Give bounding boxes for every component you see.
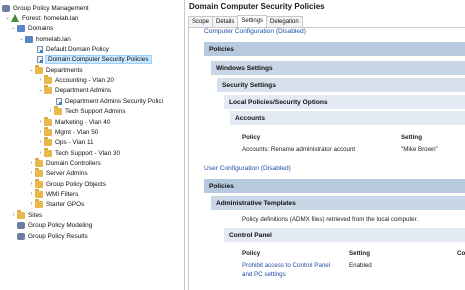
tree-node-ops[interactable]: › Ops - Vlan 11 [37,137,94,147]
chevron-down-icon[interactable]: ⌄ [18,36,25,42]
tree-node-selected-policy[interactable]: Domain Computer Security Policies [37,54,152,64]
chevron-right-icon[interactable]: › [37,129,44,135]
tree-node-tech-support[interactable]: › Tech Support - Vlan 30 [37,148,120,158]
cp-policy-setting: Enabled [349,262,372,269]
gpo-link-icon [56,97,62,105]
section-local-policies[interactable]: Local Policies/Security Options [224,95,465,109]
ou-folder-icon [35,168,43,177]
section-policies[interactable]: Policies [204,42,465,56]
tree-node-gpo-objects[interactable]: › Group Policy Objects [28,179,106,189]
pane-title: Domain Computer Security Policies [189,2,325,11]
section-security-settings[interactable]: Security Settings [217,78,465,92]
column-header-policy: Policy [242,134,261,141]
ou-folder-icon [44,75,52,84]
cp-policy-link-line1[interactable]: Prohibit access to Control Panel [242,262,330,269]
tree-node-domain[interactable]: ⌄ homelab.lan [18,34,71,44]
chevron-right-icon[interactable]: › [37,119,44,125]
tree-node-tech-support-admins[interactable]: › Tech Support Admins [47,106,125,116]
modeling-icon [17,221,25,229]
gpo-link-icon [37,45,43,53]
tree-node-domain-controllers[interactable]: › Domain Controllers [28,158,101,168]
section-admin-templates[interactable]: Administrative Templates [211,196,465,210]
chevron-down-icon[interactable]: ⌄ [4,15,11,21]
tree-node-wmi[interactable]: › WMI Filters [28,189,78,199]
tree-node-marketing[interactable]: › Marketing - Vlan 40 [37,117,110,127]
domain-icon [25,35,33,43]
policy-name: Accounts: Rename administrator account [242,146,356,153]
tree-node-default-policy[interactable]: Default Domain Policy [37,44,109,54]
chevron-right-icon[interactable]: › [28,170,35,176]
cp-column-header-setting: Setting [349,250,370,257]
section-windows-settings[interactable]: Windows Settings [211,61,465,75]
tree-node-mgmt[interactable]: › Mgmt - Vlan 50 [37,127,98,137]
domains-icon [17,24,25,32]
tree-node-departments[interactable]: ⌄ Departments [28,65,83,75]
cp-column-header-policy: Policy [242,250,261,257]
gpo-folder-icon [35,179,43,188]
admx-note: Policy definitions (ADMX files) retrieve… [242,216,419,223]
cp-column-header-comment: Co [457,250,465,257]
user-config-heading[interactable]: User Configuration (Disabled) [204,165,291,172]
tree-node-starter[interactable]: › Starter GPOs [28,199,84,209]
ou-folder-icon [44,117,52,126]
ou-folder-icon [44,85,52,94]
chevron-right-icon[interactable]: › [37,150,44,156]
tree-node-modeling[interactable]: Group Policy Modeling [17,220,92,230]
results-icon [17,232,25,240]
tree-node-sites[interactable]: › Sites [10,210,42,220]
wmi-folder-icon [35,189,43,198]
tree-node-accounting[interactable]: › Accounting - Vlan 20 [37,75,114,85]
chevron-right-icon[interactable]: › [37,139,44,145]
chevron-down-icon[interactable]: ⌄ [10,25,17,31]
section-control-panel[interactable]: Control Panel [224,228,465,242]
column-header-setting: Setting [401,134,422,141]
tree-node-results[interactable]: Group Policy Results [17,231,88,241]
gpm-icon [2,4,10,12]
forest-icon [11,14,19,22]
tree-node-domains[interactable]: ⌄ Domains [10,23,53,33]
computer-config-heading[interactable]: Computer Configuration (Disabled) [204,28,306,35]
ou-folder-icon [54,106,62,115]
ou-folder-icon [44,127,52,136]
chevron-right-icon[interactable]: › [28,160,35,166]
cp-policy-link-line2[interactable]: and PC settings [242,271,286,278]
details-pane: Domain Computer Security Policies Scope … [185,0,465,290]
section-user-policies[interactable]: Policies [204,179,465,193]
gpo-link-icon [37,55,43,63]
policy-setting: "Mike Brown" [401,146,438,153]
starter-folder-icon [35,199,43,208]
ou-folder-icon [35,158,43,167]
ou-folder-icon [44,148,52,157]
tab-strip: Scope Details Settings Delegation [188,15,303,28]
chevron-right-icon[interactable]: › [28,191,35,197]
chevron-right-icon[interactable]: › [47,108,54,114]
chevron-down-icon[interactable]: ⌄ [37,87,44,93]
chevron-right-icon[interactable]: › [10,212,17,218]
chevron-down-icon[interactable]: ⌄ [28,67,35,73]
pane-header: Domain Computer Security Policies [185,0,465,14]
sites-icon [17,210,25,219]
tree-node-forest[interactable]: ⌄ Forest: homelab.lan [4,13,78,23]
settings-report: Computer Configuration (Disabled) Polici… [188,27,465,290]
chevron-right-icon[interactable]: › [28,181,35,187]
chevron-right-icon[interactable]: › [28,201,35,207]
tree-node-server-admins[interactable]: › Server Admins [28,168,88,178]
ou-folder-icon [35,65,43,74]
tree-node-root[interactable]: Group Policy Management [2,3,89,13]
tree-node-dept-admins-policy[interactable]: Department Admins Security Polici [56,96,163,106]
section-accounts[interactable]: Accounts [230,111,465,125]
navigation-tree: Group Policy Management ⌄ Forest: homela… [0,0,185,290]
tree-node-dept-admins[interactable]: ⌄ Department Admins [37,85,111,95]
ou-folder-icon [44,137,52,146]
chevron-right-icon[interactable]: › [37,77,44,83]
